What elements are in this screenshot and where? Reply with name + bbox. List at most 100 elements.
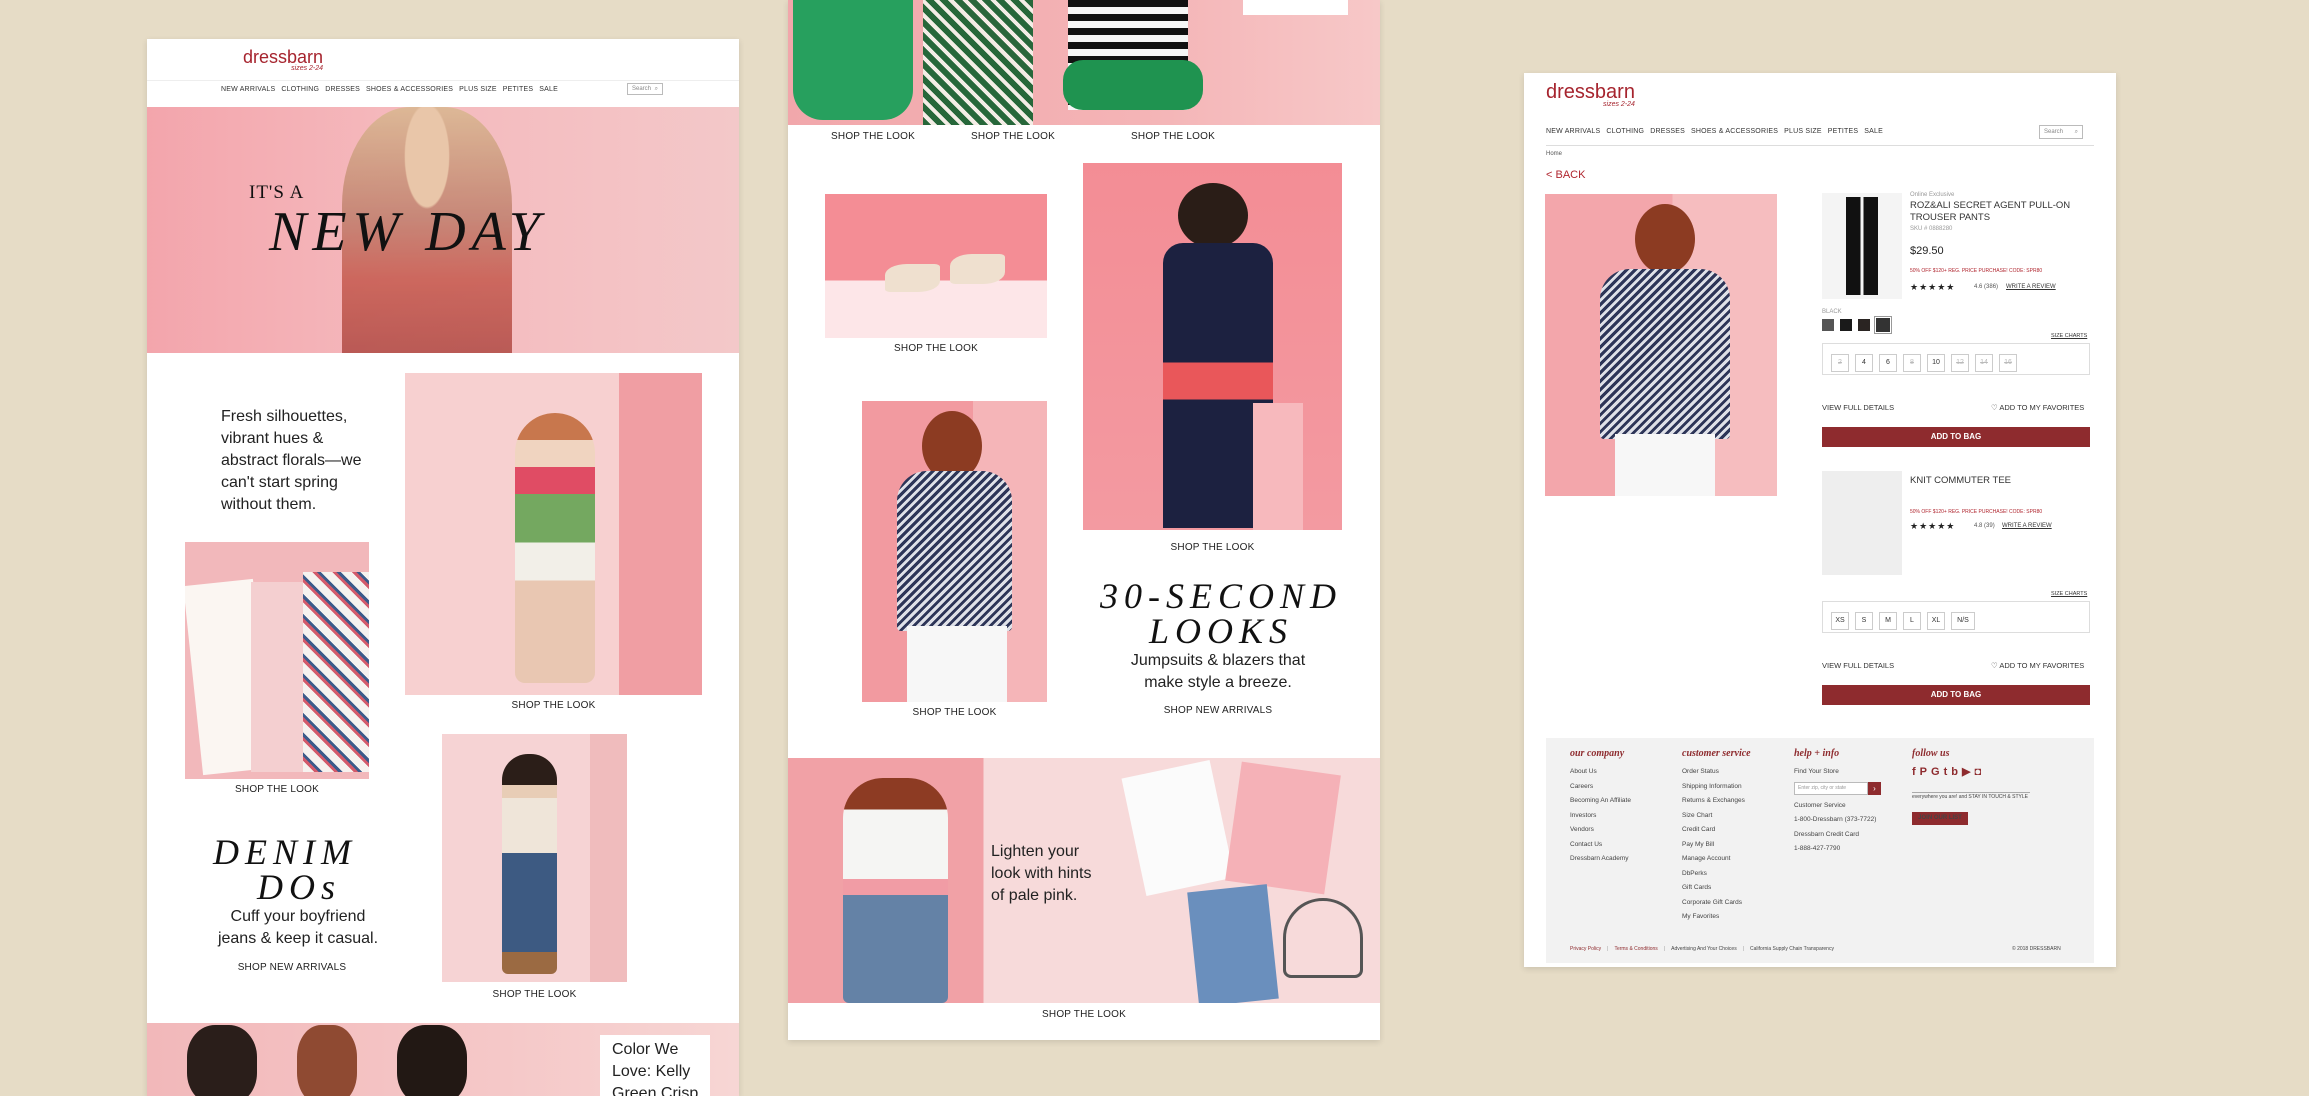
pale-pink-banner[interactable]: Lighten your look with hints of pale pin… — [788, 758, 1380, 1003]
size-8[interactable]: 8 — [1903, 354, 1921, 372]
size-12[interactable]: 12 — [1951, 354, 1969, 372]
footer-link-contact[interactable]: Contact Us — [1570, 838, 1670, 853]
size-l[interactable]: L — [1903, 612, 1921, 630]
nav2-clothing[interactable]: CLOTHING — [1606, 128, 1644, 135]
footer-phone[interactable]: 1-800-Dressbarn (373-7722) — [1794, 813, 1904, 828]
product-1-size-charts[interactable]: SIZE CHARTS — [2051, 333, 2087, 339]
product-2-write-review[interactable]: WRITE A REVIEW — [2002, 523, 2052, 529]
footer-link-manage-account[interactable]: Manage Account — [1682, 852, 1782, 867]
breadcrumb[interactable]: Home — [1546, 151, 1562, 157]
brand-logo-2[interactable]: dressbarn sizes 2-24 — [1546, 81, 1635, 108]
legal-privacy[interactable]: Privacy Policy — [1570, 946, 1601, 952]
denim-model-image[interactable] — [442, 734, 627, 982]
size-xs[interactable]: XS — [1831, 612, 1849, 630]
footer-link-gift-cards[interactable]: Gift Cards — [1682, 881, 1782, 896]
footer-link-credit-card[interactable]: Credit Card — [1682, 823, 1782, 838]
legal-terms[interactable]: Terms & Conditions — [1614, 946, 1657, 952]
product-2-size-charts[interactable]: SIZE CHARTS — [2051, 591, 2087, 597]
footer-link-favorites[interactable]: My Favorites — [1682, 910, 1782, 925]
shop-the-look-link-10[interactable]: SHOP THE LOOK — [788, 1009, 1380, 1020]
nav2-shoes[interactable]: SHOES & ACCESSORIES — [1691, 128, 1778, 135]
twitter-icon[interactable]: t — [1944, 765, 1948, 779]
pink-shirts-image[interactable] — [185, 542, 369, 779]
footer-link-about[interactable]: About Us — [1570, 765, 1670, 780]
search-input-2[interactable]: Search ⌕ — [2039, 125, 2083, 139]
nav-plus[interactable]: PLUS SIZE — [459, 86, 497, 93]
product-2-thumb[interactable] — [1822, 471, 1902, 575]
size-10[interactable]: 10 — [1927, 354, 1945, 372]
product-1-add-to-bag-button[interactable]: ADD TO BAG — [1822, 427, 2090, 447]
footer-link-affiliate[interactable]: Becoming An Affiliate — [1570, 794, 1670, 809]
join-list-button[interactable]: JOIN OUR LIST — [1912, 812, 1968, 825]
shop-the-look-link-9[interactable]: SHOP THE LOOK — [862, 707, 1047, 718]
shop-the-look-link-1[interactable]: SHOP THE LOOK — [405, 700, 702, 711]
swatch-brown[interactable] — [1858, 319, 1870, 331]
footer-link-academy[interactable]: Dressbarn Academy — [1570, 852, 1670, 867]
store-search-go-button[interactable]: › — [1868, 781, 1881, 795]
shop-the-look-link-6[interactable]: SHOP THE LOOK — [1118, 131, 1228, 142]
product-1-add-favorites[interactable]: ♡ ADD TO MY FAVORITES — [1991, 403, 2084, 412]
youtube-icon[interactable]: ▶ — [1962, 765, 1970, 779]
nav2-petites[interactable]: PETITES — [1828, 128, 1859, 135]
jumpsuit-model-image[interactable] — [1083, 163, 1342, 530]
nav2-sale[interactable]: SALE — [1864, 128, 1883, 135]
product-1-thumb[interactable] — [1822, 193, 1902, 299]
footer-link-size-chart[interactable]: Size Chart — [1682, 809, 1782, 824]
swatch-grey[interactable] — [1822, 319, 1834, 331]
footer-link-returns[interactable]: Returns & Exchanges — [1682, 794, 1782, 809]
nav-shoes[interactable]: SHOES & ACCESSORIES — [366, 86, 453, 93]
blazer-product-image[interactable] — [1545, 194, 1777, 496]
shop-new-arrivals-link-2[interactable]: SHOP NEW ARRIVALS — [1118, 705, 1318, 716]
footer-link-careers[interactable]: Careers — [1570, 780, 1670, 795]
product-1-write-review[interactable]: WRITE A REVIEW — [2006, 284, 2056, 290]
footer-link-investors[interactable]: Investors — [1570, 809, 1670, 824]
pinterest-icon[interactable]: P — [1920, 765, 1927, 779]
nav-clothing[interactable]: CLOTHING — [281, 86, 319, 93]
size-2[interactable]: 2 — [1831, 354, 1849, 372]
product-1-name[interactable]: ROZ&ALI SECRET AGENT PULL-ON TROUSER PAN… — [1910, 200, 2100, 224]
brand-logo[interactable]: dressbarn sizes 2-24 — [243, 47, 323, 72]
floral-dress-image[interactable] — [405, 373, 702, 695]
newsletter-input[interactable] — [1912, 783, 2030, 793]
size-6[interactable]: 6 — [1879, 354, 1897, 372]
size-14[interactable]: 14 — [1975, 354, 1993, 372]
footer-link-vendors[interactable]: Vendors — [1570, 823, 1670, 838]
sandals-image[interactable] — [825, 194, 1047, 338]
shop-the-look-link-7[interactable]: SHOP THE LOOK — [825, 343, 1047, 354]
green-looks-banner[interactable] — [788, 0, 1380, 125]
color-we-love-banner[interactable]: Color We Love: Kelly Green Crisp, bright… — [147, 1023, 739, 1096]
size-4[interactable]: 4 — [1855, 354, 1873, 372]
nav2-dresses[interactable]: DRESSES — [1650, 128, 1685, 135]
nav2-new-arrivals[interactable]: NEW ARRIVALS — [1546, 128, 1600, 135]
size-m[interactable]: M — [1879, 612, 1897, 630]
shop-the-look-link-4[interactable]: SHOP THE LOOK — [818, 131, 928, 142]
size-xl[interactable]: XL — [1927, 612, 1945, 630]
product-2-add-favorites[interactable]: ♡ ADD TO MY FAVORITES — [1991, 661, 2084, 670]
product-2-view-details[interactable]: VIEW FULL DETAILS — [1822, 661, 1894, 670]
nav-petites[interactable]: PETITES — [503, 86, 534, 93]
shop-the-look-link-8[interactable]: SHOP THE LOOK — [1083, 542, 1342, 553]
swatch-black[interactable] — [1840, 319, 1852, 331]
hero-banner[interactable]: IT'S A NEW DAY — [147, 107, 739, 353]
back-link[interactable]: < BACK — [1546, 169, 1585, 181]
product-2-name[interactable]: KNIT COMMUTER TEE — [1910, 475, 2011, 486]
nav2-plus[interactable]: PLUS SIZE — [1784, 128, 1822, 135]
swatch-charcoal-selected[interactable] — [1874, 316, 1892, 334]
footer-link-pay-bill[interactable]: Pay My Bill — [1682, 838, 1782, 853]
nav-sale[interactable]: SALE — [539, 86, 558, 93]
shop-the-look-link-3[interactable]: SHOP THE LOOK — [442, 989, 627, 1000]
shop-the-look-link-5[interactable]: SHOP THE LOOK — [948, 131, 1078, 142]
blog-icon[interactable]: b — [1951, 765, 1958, 779]
googleplus-icon[interactable]: G — [1931, 765, 1940, 779]
search-input[interactable]: Search ⌕ — [627, 83, 663, 95]
size-ns[interactable]: N/S — [1951, 612, 1975, 630]
shop-the-look-link-2[interactable]: SHOP THE LOOK — [185, 784, 369, 795]
facebook-icon[interactable]: f — [1912, 765, 1916, 779]
instagram-icon[interactable]: ◘ — [1974, 765, 1981, 779]
nav-dresses[interactable]: DRESSES — [325, 86, 360, 93]
blazer-model-image[interactable] — [862, 401, 1047, 702]
product-1-view-details[interactable]: VIEW FULL DETAILS — [1822, 403, 1894, 412]
footer-link-shipping[interactable]: Shipping Information — [1682, 780, 1782, 795]
footer-credit-phone[interactable]: 1-888-427-7790 — [1794, 842, 1904, 857]
size-s[interactable]: S — [1855, 612, 1873, 630]
